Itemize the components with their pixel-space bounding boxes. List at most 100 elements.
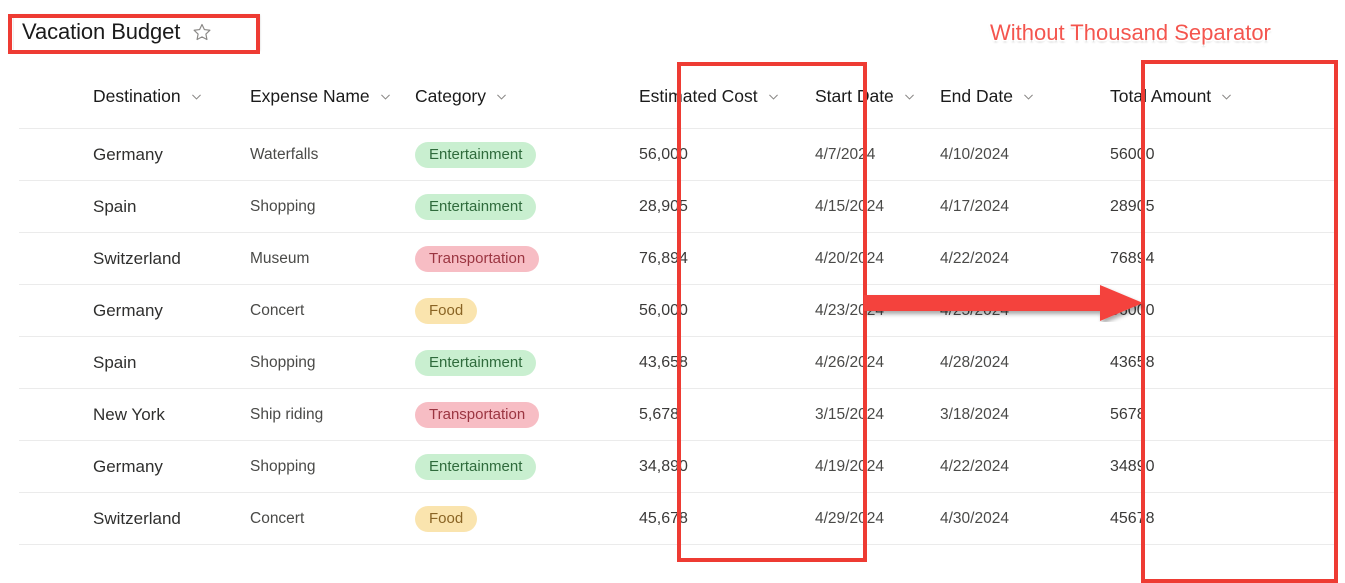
cell-estimated-cost: 5,678 <box>639 406 680 423</box>
cell-start-date: 4/23/2024 <box>815 302 884 319</box>
cell-total-amount: 56000 <box>1110 302 1155 319</box>
cell-estimated-cost: 76,894 <box>639 250 688 267</box>
column-header-expense-name[interactable]: Expense Name <box>250 86 415 107</box>
cell-end-date: 4/25/2024 <box>940 302 1009 319</box>
cell-total-amount: 34890 <box>1110 458 1155 475</box>
table-row[interactable]: Germany Concert Food 56,000 4/23/2024 4/25/20… <box>0 285 1345 337</box>
cell-expense-name: Shopping <box>250 198 316 215</box>
column-header-label: Expense Name <box>250 86 370 106</box>
cell-start-date: 4/7/2024 <box>815 146 876 163</box>
column-header-label: Estimated Cost <box>639 86 758 106</box>
cell-estimated-cost: 34,890 <box>639 458 688 475</box>
cell-total-amount: 43658 <box>1110 354 1155 371</box>
column-header-label: End Date <box>940 86 1013 106</box>
chevron-down-icon[interactable] <box>1022 90 1035 103</box>
chevron-down-icon[interactable] <box>190 90 203 103</box>
cell-total-amount: 28905 <box>1110 198 1155 215</box>
cell-destination: Switzerland <box>93 249 181 268</box>
category-pill: Food <box>415 298 478 324</box>
annotation-caption: Without Thousand Separator <box>990 20 1271 45</box>
cell-destination: Switzerland <box>93 509 181 528</box>
cell-category: Entertainment <box>415 454 613 480</box>
cell-end-date: 4/17/2024 <box>940 198 1009 215</box>
cell-expense-name: Waterfalls <box>250 146 319 163</box>
category-pill: Transportation <box>415 402 540 428</box>
cell-estimated-cost: 56,000 <box>639 146 688 163</box>
cell-start-date: 4/15/2024 <box>815 198 884 215</box>
cell-end-date: 4/28/2024 <box>940 354 1009 371</box>
cell-total-amount: 5678 <box>1110 406 1146 423</box>
cell-total-amount: 45678 <box>1110 510 1155 527</box>
table-row[interactable]: Switzerland Concert Food 45,678 4/29/2024 4/3… <box>0 493 1345 545</box>
category-pill: Food <box>415 506 478 532</box>
cell-expense-name: Concert <box>250 510 305 527</box>
cell-estimated-cost: 28,905 <box>639 198 688 215</box>
cell-expense-name: Museum <box>250 250 310 267</box>
cell-destination: Germany <box>93 301 163 320</box>
cell-estimated-cost: 45,678 <box>639 510 688 527</box>
cell-category: Food <box>415 298 613 324</box>
cell-start-date: 4/20/2024 <box>815 250 884 267</box>
list-title-bar: Vacation Budget <box>14 14 260 50</box>
table-body: Germany Waterfalls Entertainment 56,000 4/7/… <box>0 129 1345 545</box>
chevron-down-icon[interactable] <box>767 90 780 103</box>
cell-destination: Spain <box>93 353 137 372</box>
cell-category: Entertainment <box>415 350 613 376</box>
column-header-estimated-cost[interactable]: Estimated Cost <box>613 86 803 107</box>
table-header-row: Destination Expense Name Category Estima… <box>0 64 1345 129</box>
row-separator <box>19 544 1337 545</box>
cell-destination: New York <box>93 405 165 424</box>
cell-destination: Germany <box>93 145 163 164</box>
page-title: Vacation Budget <box>22 19 181 44</box>
cell-estimated-cost: 43,658 <box>639 354 688 371</box>
column-header-label: Total Amount <box>1110 86 1212 106</box>
cell-category: Food <box>415 506 613 532</box>
category-pill: Entertainment <box>415 350 537 376</box>
column-header-label: Destination <box>93 86 181 106</box>
column-header-label: Category <box>415 86 487 106</box>
data-table: Destination Expense Name Category Estima… <box>0 64 1345 545</box>
cell-start-date: 4/26/2024 <box>815 354 884 371</box>
cell-estimated-cost: 56,000 <box>639 302 688 319</box>
cell-end-date: 3/18/2024 <box>940 406 1009 423</box>
cell-end-date: 4/22/2024 <box>940 458 1009 475</box>
category-pill: Transportation <box>415 246 540 272</box>
cell-expense-name: Shopping <box>250 458 316 475</box>
table-row[interactable]: Spain Shopping Entertainment 28,905 4/15/202… <box>0 181 1345 233</box>
cell-start-date: 3/15/2024 <box>815 406 884 423</box>
cell-category: Transportation <box>415 402 613 428</box>
cell-start-date: 4/29/2024 <box>815 510 884 527</box>
cell-end-date: 4/22/2024 <box>940 250 1009 267</box>
table-row[interactable]: New York Ship riding Transportation 5,678 3/… <box>0 389 1345 441</box>
cell-expense-name: Concert <box>250 302 305 319</box>
cell-end-date: 4/30/2024 <box>940 510 1009 527</box>
cell-expense-name: Shopping <box>250 354 316 371</box>
category-pill: Entertainment <box>415 454 537 480</box>
chevron-down-icon[interactable] <box>903 90 916 103</box>
column-header-total-amount[interactable]: Total Amount <box>1083 86 1283 107</box>
cell-category: Transportation <box>415 246 613 272</box>
column-header-label: Start Date <box>815 86 894 106</box>
category-pill: Entertainment <box>415 194 537 220</box>
cell-category: Entertainment <box>415 142 613 168</box>
cell-total-amount: 56000 <box>1110 146 1155 163</box>
table-row[interactable]: Spain Shopping Entertainment 43,658 4/26/202… <box>0 337 1345 389</box>
column-header-destination[interactable]: Destination <box>0 86 250 107</box>
chevron-down-icon[interactable] <box>379 90 392 103</box>
table-row[interactable]: Germany Waterfalls Entertainment 56,000 4/7/… <box>0 129 1345 181</box>
column-header-category[interactable]: Category <box>415 86 613 107</box>
cell-destination: Spain <box>93 197 137 216</box>
table-row[interactable]: Switzerland Museum Transportation 76,894 4/2… <box>0 233 1345 285</box>
category-pill: Entertainment <box>415 142 537 168</box>
chevron-down-icon[interactable] <box>495 90 508 103</box>
cell-total-amount: 76894 <box>1110 250 1155 267</box>
column-header-start-date[interactable]: Start Date <box>803 86 940 107</box>
star-outline-icon[interactable] <box>192 22 212 42</box>
cell-destination: Germany <box>93 457 163 476</box>
cell-start-date: 4/19/2024 <box>815 458 884 475</box>
column-header-end-date[interactable]: End Date <box>940 86 1083 107</box>
cell-end-date: 4/10/2024 <box>940 146 1009 163</box>
cell-category: Entertainment <box>415 194 613 220</box>
table-row[interactable]: Germany Shopping Entertainment 34,890 4/19/2… <box>0 441 1345 493</box>
chevron-down-icon[interactable] <box>1220 90 1233 103</box>
